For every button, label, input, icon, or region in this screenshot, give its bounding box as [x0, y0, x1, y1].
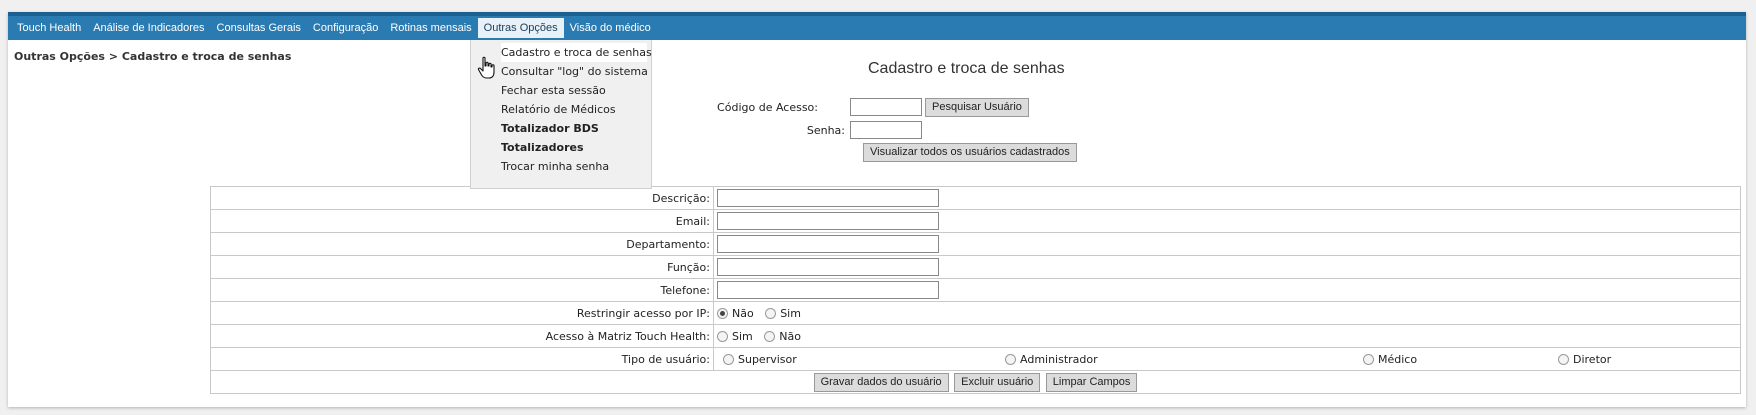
menu-configuracao[interactable]: Configuração — [307, 18, 384, 38]
tipo-medico-label: Médico — [1378, 352, 1418, 366]
funcao-label: Função: — [210, 255, 714, 279]
table-row: Gravar dados do usuário Excluir usuário … — [210, 370, 1741, 394]
matriz-sim-label: Sim — [732, 329, 753, 343]
main-menubar: Touch Health Análise de Indicadores Cons… — [8, 12, 1746, 40]
senha-label: Senha: — [806, 124, 845, 137]
matriz-nao-radio[interactable] — [764, 330, 776, 342]
user-form-table: Descrição: Email: Departamento: Função: … — [210, 186, 1741, 394]
telefone-input[interactable] — [717, 281, 939, 299]
menu-analise-indicadores[interactable]: Análise de Indicadores — [87, 18, 210, 38]
tipo-usuario-label: Tipo de usuário: — [210, 347, 714, 371]
menu-touch-health[interactable]: Touch Health — [11, 18, 87, 38]
codigo-acesso-input[interactable] — [850, 98, 922, 116]
app-window: Touch Health Análise de Indicadores Cons… — [8, 12, 1746, 407]
senha-input[interactable] — [850, 121, 922, 139]
menu-visao-medico[interactable]: Visão do médico — [564, 18, 657, 38]
table-row: Restringir acesso por IP: Não Sim — [210, 301, 1741, 325]
codigo-acesso-label: Código de Acesso: — [717, 101, 818, 114]
matriz-nao-label: Não — [779, 329, 801, 343]
excluir-usuario-button[interactable]: Excluir usuário — [954, 372, 1041, 392]
menu-outras-opcoes[interactable]: Outras Opções — [477, 18, 564, 38]
visualizar-usuarios-button[interactable]: Visualizar todos os usuários cadastrados — [863, 143, 1077, 162]
descricao-input[interactable] — [717, 189, 939, 207]
pesquisar-usuario-button[interactable]: Pesquisar Usuário — [925, 98, 1029, 117]
breadcrumb: Outras Opções > Cadastro e troca de senh… — [14, 50, 292, 63]
matriz-acesso-label: Acesso à Matriz Touch Health: — [210, 324, 714, 348]
dropdown-item-consultar-log[interactable]: Consultar "log" do sistema — [501, 62, 651, 81]
tipo-administrador-label: Administrador — [1020, 352, 1098, 366]
restringir-nao-label: Não — [732, 306, 754, 320]
dropdown-item-trocar-senha[interactable]: Trocar minha senha — [501, 157, 651, 176]
limpar-campos-button[interactable]: Limpar Campos — [1045, 372, 1138, 392]
restringir-ip-label: Restringir acesso por IP: — [210, 301, 714, 325]
telefone-label: Telefone: — [210, 278, 714, 302]
menu-consultas-gerais[interactable]: Consultas Gerais — [211, 18, 307, 38]
dropdown-item-relatorio-medicos[interactable]: Relatório de Médicos — [501, 100, 651, 119]
tipo-usuario-group: Supervisor Administrador Médico Diretor — [717, 353, 1737, 366]
menu-rotinas-mensais[interactable]: Rotinas mensais — [384, 18, 477, 38]
gravar-dados-button[interactable]: Gravar dados do usuário — [813, 372, 949, 392]
outras-opcoes-dropdown: Cadastro e troca de senhas Consultar "lo… — [470, 40, 652, 189]
dropdown-item-fechar-sessao[interactable]: Fechar esta sessão — [501, 81, 651, 100]
table-row: Telefone: — [210, 278, 1741, 302]
email-input[interactable] — [717, 212, 939, 230]
tipo-diretor-label: Diretor — [1573, 352, 1612, 366]
tipo-medico-radio[interactable] — [1363, 353, 1374, 365]
tipo-supervisor-label: Supervisor — [738, 352, 797, 366]
matriz-sim-radio[interactable] — [717, 330, 728, 342]
actions-cell: Gravar dados do usuário Excluir usuário … — [210, 370, 1741, 394]
departamento-label: Departamento: — [210, 232, 714, 256]
table-row: Acesso à Matriz Touch Health: Sim Não — [210, 324, 1741, 348]
table-row: Descrição: — [210, 186, 1741, 210]
dropdown-item-totalizador-bds[interactable]: Totalizador BDS — [501, 119, 651, 138]
tipo-supervisor-radio[interactable] — [723, 353, 734, 365]
restringir-sim-radio[interactable] — [765, 307, 777, 319]
page-title: Cadastro e troca de senhas — [868, 60, 1065, 77]
restringir-sim-label: Sim — [780, 306, 801, 320]
hand-pointer-icon — [477, 56, 495, 79]
table-row: Departamento: — [210, 232, 1741, 256]
restringir-nao-radio[interactable] — [717, 307, 728, 319]
funcao-input[interactable] — [717, 258, 939, 276]
table-row: Função: — [210, 255, 1741, 279]
table-row: Email: — [210, 209, 1741, 233]
email-label: Email: — [210, 209, 714, 233]
dropdown-item-cadastro-senhas[interactable]: Cadastro e troca de senhas — [501, 43, 652, 62]
departamento-input[interactable] — [717, 235, 939, 253]
tipo-diretor-radio[interactable] — [1558, 353, 1569, 365]
tipo-administrador-radio[interactable] — [1005, 353, 1016, 365]
descricao-label: Descrição: — [210, 186, 714, 210]
dropdown-item-totalizadores[interactable]: Totalizadores — [501, 138, 651, 157]
table-row: Tipo de usuário: Supervisor Administrado… — [210, 347, 1741, 371]
